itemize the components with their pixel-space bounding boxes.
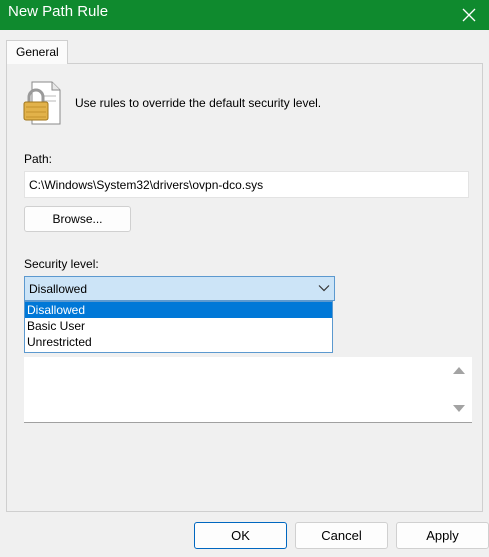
description-box[interactable] [24,357,444,423]
cancel-button-label: Cancel [321,528,362,543]
triangle-down-icon[interactable] [452,404,466,414]
intro-text: Use rules to override the default securi… [75,96,322,110]
security-level-dropdown: Disallowed Basic User Unrestricted [24,301,333,353]
apply-button-label: Apply [426,528,459,543]
option-basic-user[interactable]: Basic User [25,318,332,334]
security-level-select[interactable]: Disallowed [24,276,335,301]
window-title: New Path Rule [8,3,109,20]
apply-button[interactable]: Apply [396,522,489,549]
ok-button-label: OK [231,528,250,543]
security-level-label: Security level: [24,257,99,271]
triangle-up-icon[interactable] [452,365,466,375]
ok-button[interactable]: OK [194,522,287,549]
description-scrollbar[interactable] [444,357,472,423]
path-input[interactable] [24,171,469,198]
close-button[interactable] [449,0,489,30]
padlock-document-icon [22,80,62,126]
title-bar: New Path Rule [0,0,489,30]
option-unrestricted[interactable]: Unrestricted [25,334,332,350]
browse-button[interactable]: Browse... [24,206,131,232]
option-disallowed[interactable]: Disallowed [25,302,332,318]
tab-general[interactable]: General [6,40,68,64]
close-icon [462,8,476,22]
security-level-value: Disallowed [29,282,88,296]
chevron-down-icon [318,285,330,292]
path-label: Path: [24,152,53,166]
cancel-button[interactable]: Cancel [295,522,388,549]
tab-general-label: General [16,45,59,59]
browse-button-label: Browse... [52,212,103,226]
